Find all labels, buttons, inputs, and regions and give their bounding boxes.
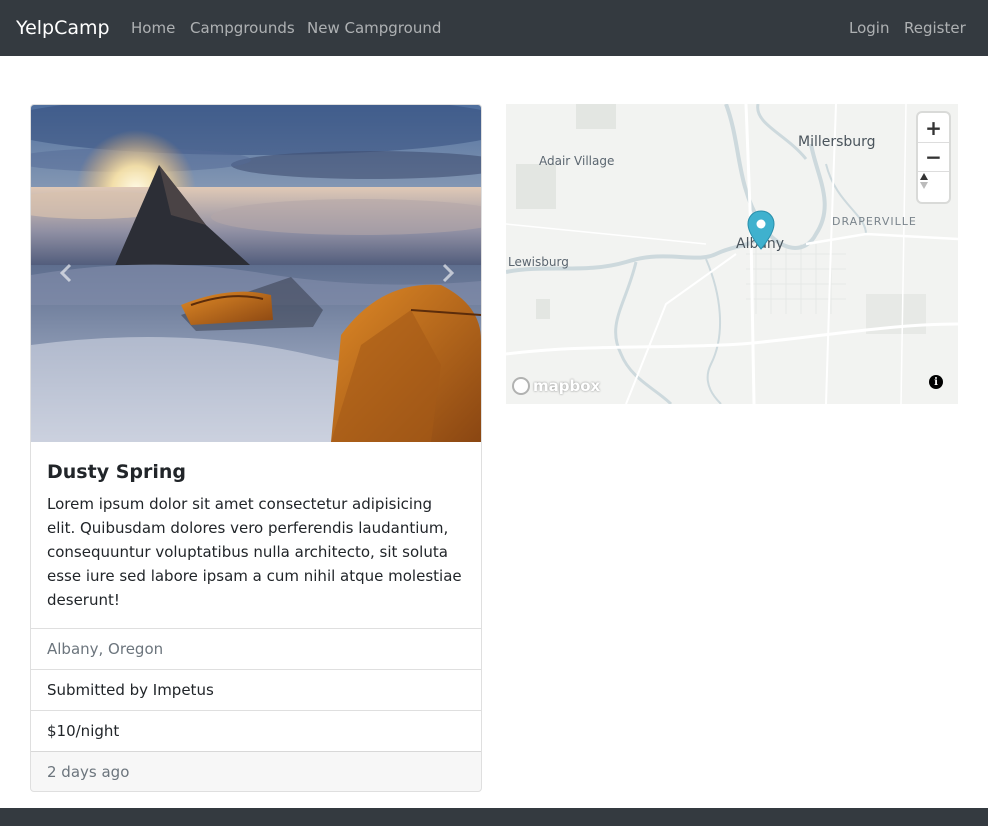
zoom-out-button[interactable]: − (918, 142, 949, 171)
location-marker-icon[interactable] (747, 210, 775, 250)
campground-title: Dusty Spring (47, 461, 186, 483)
map-label-millersburg: Millersburg (798, 134, 876, 150)
campground-description: Lorem ipsum dolor sit amet consectetur a… (47, 495, 462, 609)
mapbox-logo[interactable]: mapbox (512, 375, 600, 397)
map-label-adair-village: Adair Village (539, 154, 615, 168)
carousel-prev-button[interactable] (51, 255, 81, 291)
navbar: YelpCamp Home Campgrounds New Campground… (0, 0, 988, 56)
campground-posted-time: 2 days ago (31, 751, 481, 791)
campsite-photo (31, 105, 481, 442)
zoom-in-button[interactable]: + (918, 113, 949, 142)
reset-bearing-button[interactable] (918, 171, 949, 200)
compass-icon (920, 173, 928, 189)
brand-logo[interactable]: YelpCamp (16, 16, 110, 40)
nav-link-login[interactable]: Login (849, 18, 889, 38)
campground-price: $10/night (31, 710, 481, 751)
chevron-right-icon (442, 263, 455, 283)
nav-link-campgrounds[interactable]: Campgrounds (190, 18, 295, 38)
carousel-next-button[interactable] (433, 255, 463, 291)
map-label-lewisburg: Lewisburg (508, 255, 569, 269)
nav-link-new-campground[interactable]: New Campground (307, 18, 441, 38)
chevron-left-icon (59, 263, 72, 283)
campground-map[interactable]: Millersburg Adair Village DRAPERVILLE Le… (506, 104, 958, 404)
campground-card: Dusty Spring Lorem ipsum dolor sit amet … (30, 104, 482, 792)
mapbox-logo-text: mapbox (533, 377, 601, 395)
card-body: Dusty Spring Lorem ipsum dolor sit amet … (31, 442, 481, 628)
map-label-draperville: DRAPERVILLE (832, 215, 917, 228)
nav-link-home[interactable]: Home (131, 18, 175, 38)
map-zoom-controls: + − (918, 113, 949, 202)
image-carousel (31, 105, 481, 442)
campground-author: Submitted by Impetus (31, 669, 481, 710)
mapbox-logo-icon (512, 377, 530, 395)
attribution-info-icon[interactable]: i (929, 375, 943, 389)
page-footer (0, 808, 988, 826)
campground-location: Albany, Oregon (31, 628, 481, 669)
nav-link-register[interactable]: Register (904, 18, 966, 38)
map-canvas[interactable] (506, 104, 958, 404)
